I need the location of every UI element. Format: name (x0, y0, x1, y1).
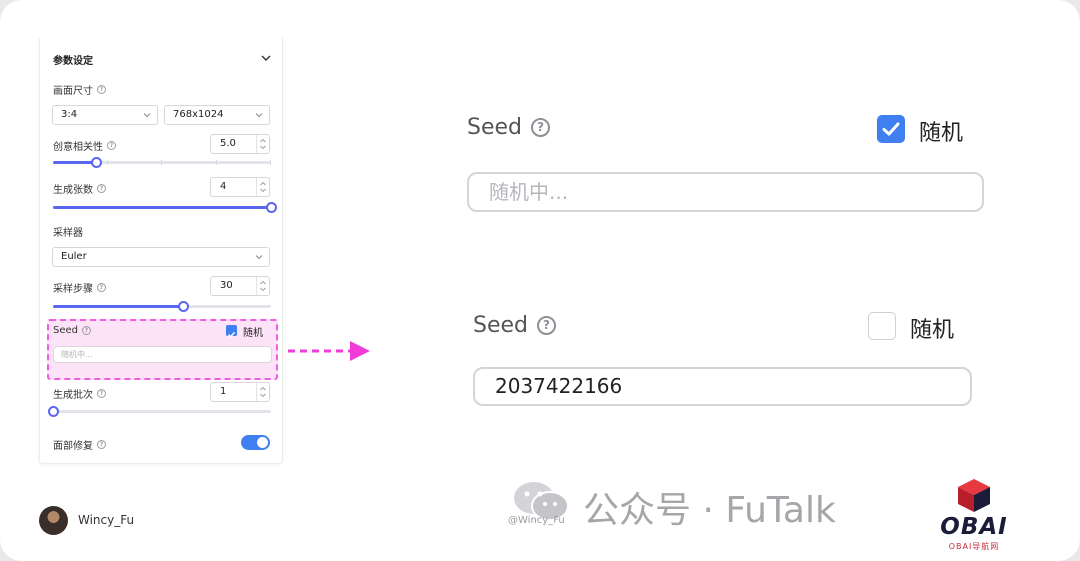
help-icon[interactable]: ? (82, 326, 91, 335)
parameter-settings-panel: 参数设定 画面尺寸? 3:4 768x1024 创意相关性? 5.0 生成张数 … (39, 38, 283, 464)
ratio-select[interactable]: 3:4 (52, 105, 158, 125)
batch-label: 生成批次? (53, 386, 106, 401)
number-stepper[interactable] (256, 178, 269, 196)
slider-track (53, 410, 271, 413)
random-label: 随机 (243, 328, 263, 339)
resolution-value: 768x1024 (173, 109, 224, 120)
count-number-input[interactable]: 4 (210, 177, 270, 197)
slider-handle[interactable] (47, 406, 59, 417)
chevron-down-icon (255, 113, 263, 118)
creativity-number-input[interactable]: 5.0 (210, 134, 270, 154)
slider-handle[interactable] (178, 301, 190, 312)
slider-handle[interactable] (265, 202, 277, 213)
steps-label: 采样步骤? (53, 280, 106, 295)
random-checkbox[interactable] (226, 325, 237, 338)
steps-label-text: 采样步骤 (53, 284, 93, 295)
watermark-text: 公众号 · FuTalk (583, 490, 836, 531)
seed-input[interactable]: 随机中... (467, 172, 984, 212)
help-icon[interactable]: ? (97, 440, 106, 449)
steps-number-input[interactable]: 30 (210, 276, 270, 296)
seed-zoom-random: Seed? 随机 随机中... (440, 95, 1010, 235)
slider-fill (53, 305, 184, 308)
slider-tick (216, 160, 217, 165)
help-icon[interactable]: ? (97, 184, 106, 193)
count-slider[interactable] (53, 201, 277, 215)
checkmark-icon (227, 331, 236, 338)
slider-tick (161, 160, 162, 165)
seed-label: Seed? (53, 325, 91, 336)
help-icon[interactable]: ? (537, 316, 556, 335)
canvas: 参数设定 画面尺寸? 3:4 768x1024 创意相关性? 5.0 生成张数 … (0, 0, 1080, 561)
help-icon[interactable]: ? (97, 85, 106, 94)
stepper-arrows-icon[interactable] (257, 277, 269, 295)
face-fix-label: 面部修复? (53, 437, 106, 452)
creativity-slider[interactable] (53, 156, 271, 170)
batch-number-input[interactable]: 1 (210, 382, 270, 402)
random-label: 随机 (919, 121, 964, 146)
checkmark-icon (882, 122, 900, 136)
sampler-label: 采样器 (53, 224, 83, 239)
face-fix-label-text: 面部修复 (53, 441, 93, 452)
chevron-down-icon[interactable] (259, 51, 273, 65)
slider-tick (270, 160, 271, 165)
creativity-value: 5.0 (220, 138, 236, 149)
resolution-select[interactable]: 768x1024 (164, 105, 270, 125)
steps-slider[interactable] (53, 300, 271, 314)
logo-subtext: OBAI导航网 (948, 542, 1000, 551)
count-value: 4 (220, 181, 227, 192)
stepper-arrows-icon[interactable] (257, 135, 269, 153)
toggle-knob (257, 437, 268, 448)
random-label: 随机 (910, 318, 955, 343)
sampler-select[interactable]: Euler (52, 247, 270, 267)
random-checkbox[interactable] (877, 115, 905, 143)
ratio-value: 3:4 (61, 109, 78, 120)
stepper-arrows-icon[interactable] (257, 383, 269, 401)
count-label-text: 生成张数 (53, 185, 93, 196)
sampler-value: Euler (61, 251, 87, 262)
help-icon[interactable]: ? (97, 283, 106, 292)
chevron-down-icon (255, 255, 263, 260)
size-label-text: 画面尺寸 (53, 86, 93, 97)
slider-handle[interactable] (91, 157, 103, 168)
face-fix-toggle[interactable] (241, 435, 270, 450)
steps-value: 30 (220, 280, 233, 291)
batch-value: 1 (220, 386, 227, 397)
seed-highlight-box: Seed? 随机 随机中... (47, 319, 278, 380)
seed-zoom-fixed: Seed? 随机 2037422166 (450, 300, 995, 420)
help-icon[interactable]: ? (531, 118, 550, 137)
author-name: Wincy_Fu (78, 513, 135, 527)
seed-label: Seed? (473, 313, 556, 338)
slider-fill (53, 161, 97, 164)
seed-label: Seed? (467, 115, 550, 140)
slider-fill (53, 206, 271, 209)
help-icon[interactable]: ? (97, 389, 106, 398)
seed-input[interactable]: 2037422166 (473, 367, 972, 406)
arrow-right-icon (288, 341, 370, 361)
seed-input[interactable]: 随机中... (53, 346, 272, 363)
creativity-label-text: 创意相关性 (53, 142, 103, 153)
size-label: 画面尺寸? (53, 82, 106, 97)
number-stepper[interactable] (256, 277, 269, 295)
chevron-down-icon (143, 113, 151, 118)
help-icon[interactable]: ? (107, 141, 116, 150)
slider-tick (107, 160, 108, 165)
number-stepper[interactable] (256, 383, 269, 401)
count-label: 生成张数? (53, 181, 106, 196)
creativity-label: 创意相关性? (53, 138, 116, 153)
seed-label-text: Seed (53, 325, 78, 336)
avatar (39, 506, 68, 535)
logo-text: OBAI (940, 514, 1008, 540)
watermark-handle: @Wincy_Fu (508, 515, 565, 526)
sampler-label-text: 采样器 (53, 228, 83, 239)
batch-label-text: 生成批次 (53, 390, 93, 401)
panel-title: 参数设定 (53, 56, 93, 67)
batch-slider[interactable] (47, 405, 271, 419)
seed-label-text: Seed (473, 313, 528, 338)
random-checkbox[interactable] (868, 312, 896, 340)
stepper-arrows-icon[interactable] (257, 178, 269, 196)
seed-label-text: Seed (467, 115, 522, 140)
number-stepper[interactable] (256, 135, 269, 153)
